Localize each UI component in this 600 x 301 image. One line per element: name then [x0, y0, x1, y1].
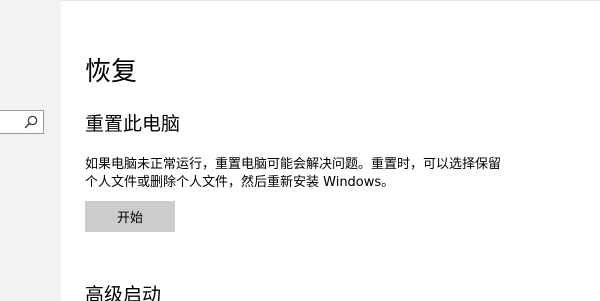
- page-title: 恢复: [85, 57, 138, 87]
- reset-pc-description: 如果电脑未正常运行，重置电脑可能会解决问题。重置时，可以选择保留 个人文件或删除…: [85, 156, 590, 192]
- reset-pc-heading: 重置此电脑: [85, 113, 181, 135]
- reset-pc-description-line-1: 如果电脑未正常运行，重置电脑可能会解决问题。重置时，可以选择保留: [85, 157, 502, 172]
- start-reset-button[interactable]: 开始: [85, 201, 175, 232]
- reset-pc-description-line-2: 个人文件或删除个人文件，然后重新安装 Windows。: [85, 175, 395, 190]
- sidebar: [0, 0, 61, 301]
- settings-window: 恢复 重置此电脑 如果电脑未正常运行，重置电脑可能会解决问题。重置时，可以选择保…: [0, 0, 600, 301]
- search-input[interactable]: [0, 110, 44, 134]
- main-content: 恢复 重置此电脑 如果电脑未正常运行，重置电脑可能会解决问题。重置时，可以选择保…: [85, 0, 590, 301]
- advanced-startup-heading: 高级启动: [85, 284, 162, 301]
- search-icon[interactable]: [23, 114, 39, 130]
